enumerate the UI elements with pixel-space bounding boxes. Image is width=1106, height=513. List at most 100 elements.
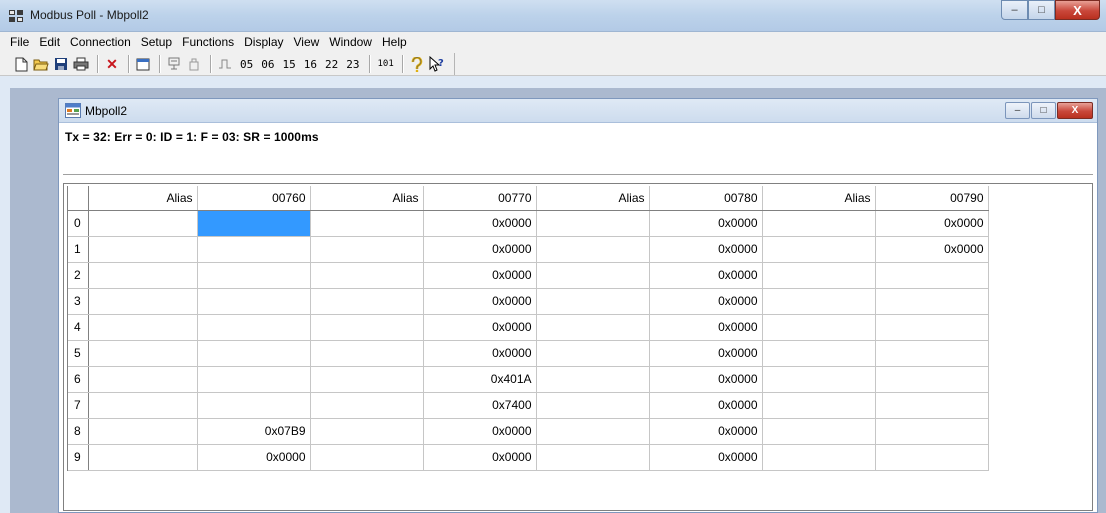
- register-value-cell[interactable]: 0x0000: [423, 262, 537, 289]
- alias-cell[interactable]: [88, 392, 198, 419]
- connect-icon[interactable]: [165, 55, 183, 73]
- child-close-button[interactable]: X: [1057, 102, 1093, 119]
- delete-x-icon[interactable]: ✕: [103, 55, 121, 73]
- alias-cell[interactable]: [310, 210, 424, 237]
- register-value-cell[interactable]: 0x0000: [649, 262, 763, 289]
- function-05-button[interactable]: 05: [240, 58, 253, 71]
- column-header[interactable]: 00790: [875, 186, 989, 211]
- register-value-cell[interactable]: 0x0000: [649, 314, 763, 341]
- register-value-cell[interactable]: 0x0000: [875, 236, 989, 263]
- menu-connection[interactable]: Connection: [65, 35, 136, 49]
- column-header[interactable]: 00780: [649, 186, 763, 211]
- register-value-cell[interactable]: 0x0000: [649, 444, 763, 471]
- alias-cell[interactable]: [310, 418, 424, 445]
- alias-cell[interactable]: [536, 340, 650, 367]
- register-value-cell[interactable]: 0x401A: [423, 366, 537, 393]
- open-folder-icon[interactable]: [32, 55, 50, 73]
- register-value-cell[interactable]: [875, 418, 989, 445]
- function-06-button[interactable]: 06: [261, 58, 274, 71]
- function-23-button[interactable]: 23: [346, 58, 359, 71]
- menu-file[interactable]: File: [5, 35, 34, 49]
- alias-cell[interactable]: [762, 236, 876, 263]
- register-value-cell[interactable]: [875, 314, 989, 341]
- alias-cell[interactable]: [762, 340, 876, 367]
- alias-cell[interactable]: [536, 366, 650, 393]
- menu-window[interactable]: Window: [324, 35, 377, 49]
- alias-cell[interactable]: [536, 392, 650, 419]
- alias-cell[interactable]: [310, 314, 424, 341]
- register-value-cell[interactable]: [875, 392, 989, 419]
- alias-cell[interactable]: [310, 236, 424, 263]
- register-value-cell[interactable]: 0x0000: [423, 418, 537, 445]
- column-header[interactable]: 00760: [197, 186, 311, 211]
- pulse-icon[interactable]: [216, 55, 234, 73]
- child-minimize-button[interactable]: –: [1005, 102, 1030, 119]
- column-header[interactable]: Alias: [536, 186, 650, 211]
- register-value-cell[interactable]: 0x0000: [649, 236, 763, 263]
- register-value-cell[interactable]: [197, 288, 311, 315]
- register-value-cell[interactable]: [197, 366, 311, 393]
- alias-cell[interactable]: [762, 314, 876, 341]
- alias-cell[interactable]: [536, 262, 650, 289]
- alias-cell[interactable]: [536, 236, 650, 263]
- new-file-icon[interactable]: [12, 55, 30, 73]
- register-value-cell[interactable]: [875, 262, 989, 289]
- alias-cell[interactable]: [88, 288, 198, 315]
- register-value-cell[interactable]: 0x0000: [875, 210, 989, 237]
- register-value-cell[interactable]: [197, 392, 311, 419]
- alias-cell[interactable]: [762, 262, 876, 289]
- alias-cell[interactable]: [88, 444, 198, 471]
- register-value-cell[interactable]: 0x0000: [649, 392, 763, 419]
- alias-cell[interactable]: [310, 288, 424, 315]
- register-value-cell[interactable]: [197, 262, 311, 289]
- register-value-cell[interactable]: 0x0000: [649, 210, 763, 237]
- alias-cell[interactable]: [88, 418, 198, 445]
- menu-help[interactable]: Help: [377, 35, 412, 49]
- print-icon[interactable]: [72, 55, 90, 73]
- alias-cell[interactable]: [88, 314, 198, 341]
- function-16-button[interactable]: 16: [304, 58, 317, 71]
- column-header[interactable]: Alias: [762, 186, 876, 211]
- alias-cell[interactable]: [762, 444, 876, 471]
- register-value-cell[interactable]: 0x0000: [197, 444, 311, 471]
- alias-cell[interactable]: [88, 262, 198, 289]
- register-value-cell[interactable]: 0x0000: [423, 288, 537, 315]
- register-value-cell[interactable]: [875, 444, 989, 471]
- alias-cell[interactable]: [762, 366, 876, 393]
- column-header[interactable]: Alias: [88, 186, 198, 211]
- close-button[interactable]: X: [1055, 0, 1100, 20]
- alias-cell[interactable]: [88, 340, 198, 367]
- alias-cell[interactable]: [88, 366, 198, 393]
- register-value-cell[interactable]: 0x0000: [649, 366, 763, 393]
- register-value-cell[interactable]: 0x7400: [423, 392, 537, 419]
- register-value-cell[interactable]: [197, 340, 311, 367]
- alias-cell[interactable]: [88, 210, 198, 237]
- alias-cell[interactable]: [536, 210, 650, 237]
- register-value-cell[interactable]: 0x0000: [423, 236, 537, 263]
- alias-cell[interactable]: [536, 314, 650, 341]
- menu-setup[interactable]: Setup: [136, 35, 177, 49]
- minimize-button[interactable]: –: [1001, 0, 1028, 20]
- alias-cell[interactable]: [536, 418, 650, 445]
- child-maximize-button[interactable]: □: [1031, 102, 1056, 119]
- register-value-cell[interactable]: 0x0000: [649, 340, 763, 367]
- alias-cell[interactable]: [762, 418, 876, 445]
- function-22-button[interactable]: 22: [325, 58, 338, 71]
- register-value-cell[interactable]: 0x0000: [649, 418, 763, 445]
- register-value-cell[interactable]: 0x0000: [423, 314, 537, 341]
- register-value-cell[interactable]: 0x0000: [423, 210, 537, 237]
- function-101-button[interactable]: 101: [378, 59, 394, 69]
- alias-cell[interactable]: [310, 366, 424, 393]
- disconnect-icon[interactable]: [185, 55, 203, 73]
- column-header[interactable]: 00770: [423, 186, 537, 211]
- register-value-cell[interactable]: 0x0000: [423, 340, 537, 367]
- alias-cell[interactable]: [762, 288, 876, 315]
- alias-cell[interactable]: [762, 392, 876, 419]
- help-icon[interactable]: [408, 55, 426, 73]
- menu-edit[interactable]: Edit: [34, 35, 65, 49]
- register-value-cell[interactable]: [197, 210, 311, 237]
- register-value-cell[interactable]: 0x07B9: [197, 418, 311, 445]
- window-icon[interactable]: [134, 55, 152, 73]
- register-value-cell[interactable]: 0x0000: [649, 288, 763, 315]
- save-icon[interactable]: [52, 55, 70, 73]
